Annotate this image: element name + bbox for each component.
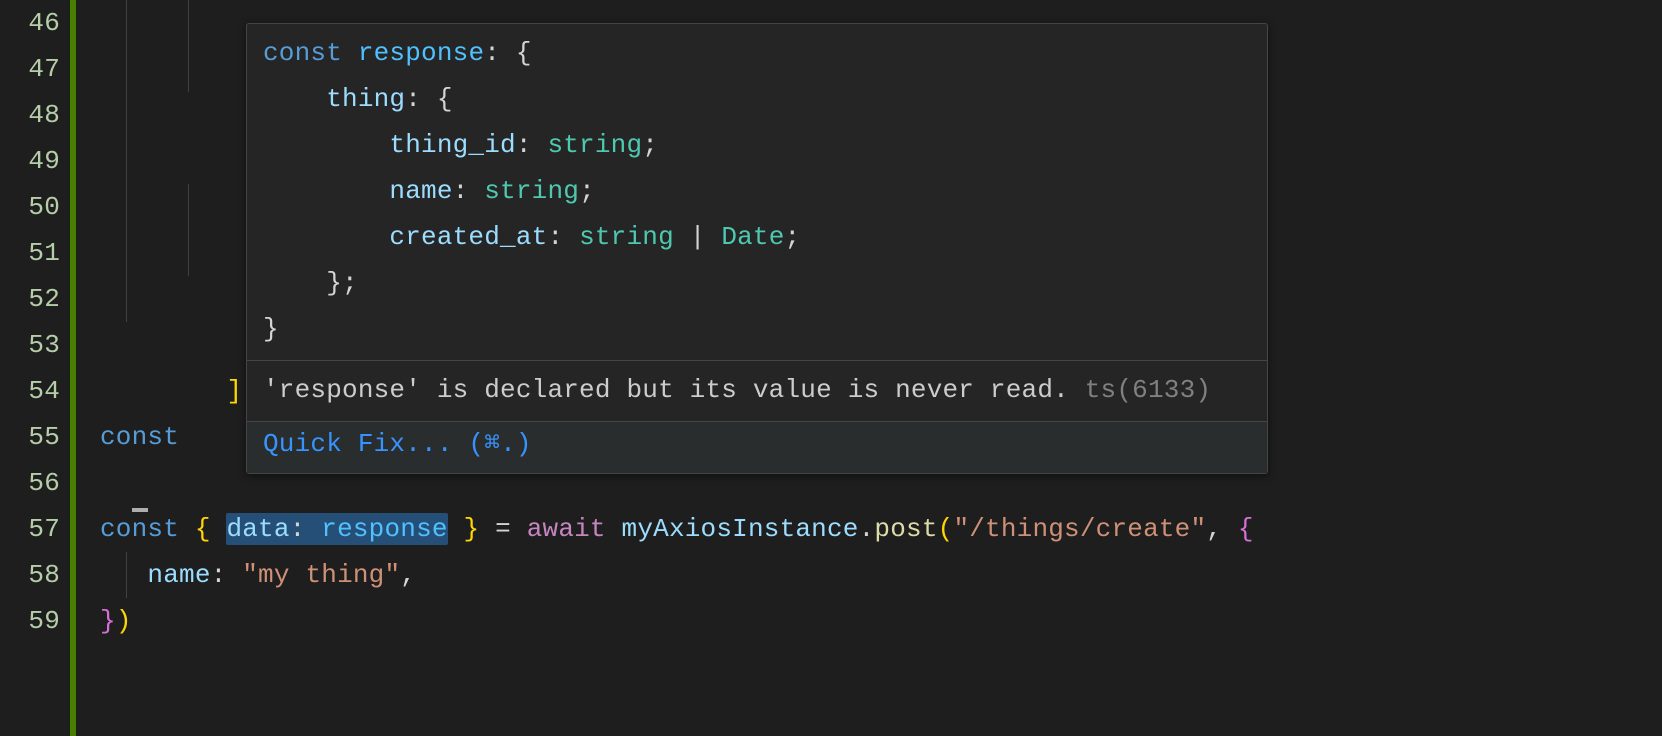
line-number: 49 xyxy=(0,138,68,184)
quick-fix-link[interactable]: Quick Fix... (⌘.) xyxy=(263,429,532,459)
line-number: 55 xyxy=(0,414,68,460)
hover-quick-fix-row: Quick Fix... (⌘.) xyxy=(247,422,1267,473)
line-number: 54 xyxy=(0,368,68,414)
line-number: 56 xyxy=(0,460,68,506)
line-number: 51 xyxy=(0,230,68,276)
hover-type-info: const response: { thing: { thing_id: str… xyxy=(247,24,1267,360)
line-number: 52 xyxy=(0,276,68,322)
line-number: 58 xyxy=(0,552,68,598)
line-number: 50 xyxy=(0,184,68,230)
line-number: 46 xyxy=(0,0,68,46)
line-number: 59 xyxy=(0,598,68,644)
code-line[interactable]: name: "my thing", xyxy=(100,552,1662,598)
line-number: 53 xyxy=(0,322,68,368)
code-line[interactable]: }) xyxy=(100,598,1662,644)
line-number: 48 xyxy=(0,92,68,138)
code-editor[interactable]: 46 47 48 49 50 51 52 53 54 55 56 57 58 5… xyxy=(0,0,1662,736)
code-line[interactable]: const { data: response } = await myAxios… xyxy=(100,506,1662,552)
hover-diagnostic-message: 'response' is declared but its value is … xyxy=(247,361,1267,421)
editor-hover-popup[interactable]: const response: { thing: { thing_id: str… xyxy=(246,23,1268,474)
line-number: 47 xyxy=(0,46,68,92)
line-number-gutter: 46 47 48 49 50 51 52 53 54 55 56 57 58 5… xyxy=(0,0,68,736)
git-gutter-modified xyxy=(70,0,76,736)
line-number: 57 xyxy=(0,506,68,552)
